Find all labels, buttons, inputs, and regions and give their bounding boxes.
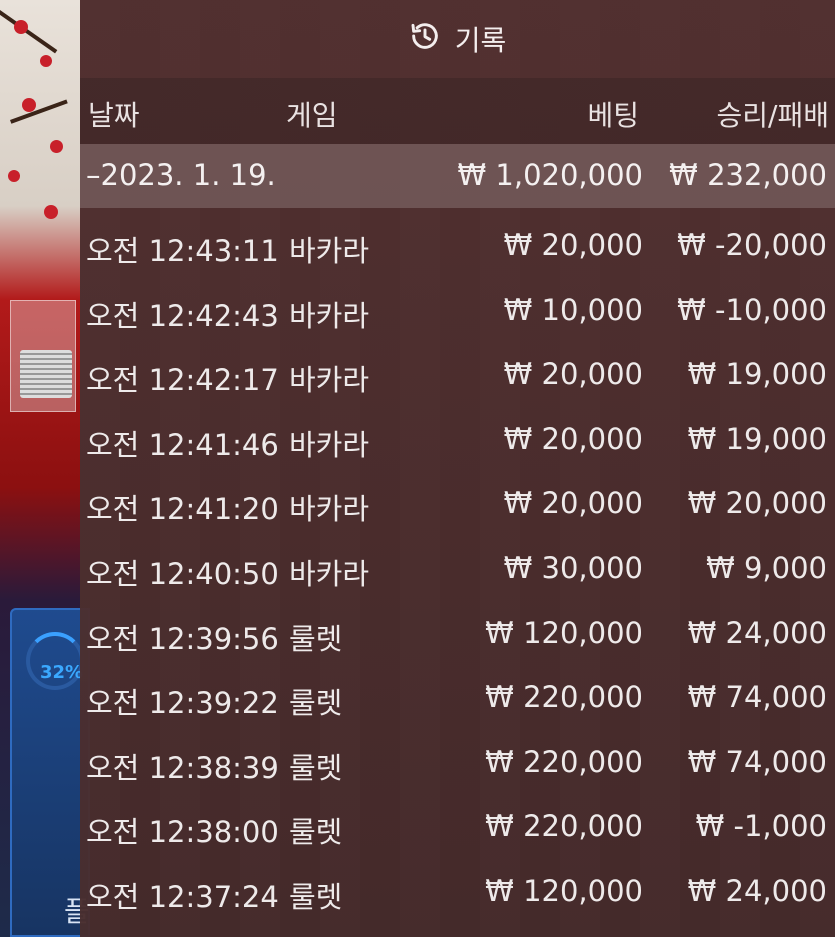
table-header: 날짜 게임 베팅 승리/패배	[80, 78, 835, 144]
row-game: 룰렛	[289, 879, 343, 914]
history-list: 오전 12:43:11 바카라 ₩ 20,000 ₩ -20,000 오전 12…	[80, 208, 835, 919]
blossom-decoration	[8, 170, 20, 182]
row-time: 오전 12:38:39	[86, 750, 279, 785]
row-winloss: ₩ 9,000	[706, 550, 827, 585]
row-bet: ₩ 20,000	[503, 357, 643, 392]
table-row[interactable]: 오전 12:41:20 바카라 ₩ 20,000 ₩ 20,000	[80, 466, 835, 531]
row-time: 오전 12:41:20	[86, 492, 279, 527]
table-row[interactable]: 오전 12:38:39 룰렛 ₩ 220,000 ₩ 74,000	[80, 725, 835, 790]
row-bet: ₩ 120,000	[485, 615, 643, 650]
row-game: 바카라	[289, 234, 370, 268]
panel-header: 기록	[80, 0, 835, 78]
row-time: 오전 12:39:56	[86, 621, 279, 656]
table-row[interactable]: 오전 12:42:17 바카라 ₩ 20,000 ₩ 19,000	[80, 337, 835, 402]
date-total-bet: ₩ 1,020,000	[457, 158, 643, 192]
row-bet: ₩ 20,000	[503, 228, 643, 262]
row-winloss: ₩ -1,000	[695, 809, 827, 844]
row-game: 룰렛	[289, 621, 343, 656]
column-header-bet: 베팅	[587, 99, 639, 132]
branch-decoration	[0, 10, 58, 54]
date-group-row[interactable]: –2023. 1. 19. ₩ 1,020,000 ₩ 232,000	[80, 144, 835, 208]
blossom-decoration	[22, 98, 36, 112]
row-winloss: ₩ 24,000	[687, 873, 827, 908]
blossom-decoration	[44, 205, 58, 219]
row-time: 오전 12:39:22	[86, 686, 279, 721]
table-row[interactable]: 오전 12:43:11 바카라 ₩ 20,000 ₩ -20,000	[80, 208, 835, 273]
row-time: 오전 12:37:24	[86, 879, 279, 914]
row-game: 바카라	[289, 427, 370, 462]
row-winloss: ₩ 74,000	[687, 744, 827, 779]
row-winloss: ₩ 24,000	[687, 615, 827, 650]
panel-title: 기록	[454, 24, 507, 57]
row-time: 오전 12:43:11	[86, 234, 279, 268]
history-icon	[409, 20, 441, 59]
table-row[interactable]: 오전 12:37:24 룰렛 ₩ 120,000 ₩ 24,000	[80, 854, 835, 919]
date-group-label: –2023. 1. 19.	[86, 158, 276, 192]
row-bet: ₩ 220,000	[485, 809, 643, 844]
row-time: 오전 12:41:46	[86, 427, 279, 462]
row-winloss: ₩ -20,000	[677, 228, 827, 262]
table-row[interactable]: 오전 12:39:22 룰렛 ₩ 220,000 ₩ 74,000	[80, 660, 835, 725]
row-time: 오전 12:42:43	[86, 298, 279, 333]
progress-text: 32%	[40, 662, 84, 683]
row-winloss: ₩ 19,000	[687, 421, 827, 456]
row-winloss: ₩ 19,000	[687, 357, 827, 392]
row-time: 오전 12:38:00	[86, 815, 279, 850]
table-row[interactable]: 오전 12:38:00 룰렛 ₩ 220,000 ₩ -1,000	[80, 789, 835, 854]
chip-stack	[20, 350, 72, 398]
history-panel: 기록 날짜 게임 베팅 승리/패배 –2023. 1. 19. ₩ 1,020,…	[80, 0, 835, 937]
row-bet: ₩ 30,000	[503, 550, 643, 585]
row-winloss: ₩ -10,000	[677, 292, 827, 327]
column-header-date: 날짜	[88, 99, 140, 132]
row-game: 룰렛	[289, 815, 343, 850]
row-bet: ₩ 220,000	[485, 744, 643, 779]
blossom-decoration	[40, 55, 52, 67]
table-row[interactable]: 오전 12:41:46 바카라 ₩ 20,000 ₩ 19,000	[80, 402, 835, 467]
column-header-game: 게임	[286, 99, 338, 132]
row-game: 바카라	[289, 363, 370, 398]
row-winloss: ₩ 20,000	[687, 486, 827, 521]
row-time: 오전 12:42:17	[86, 363, 279, 398]
table-row[interactable]: 오전 12:39:56 룰렛 ₩ 120,000 ₩ 24,000	[80, 596, 835, 661]
blossom-decoration	[50, 140, 63, 153]
row-game: 바카라	[289, 492, 370, 527]
column-header-winloss: 승리/패배	[716, 99, 829, 132]
row-time: 오전 12:40:50	[86, 556, 279, 591]
branch-decoration	[10, 99, 68, 124]
row-game: 바카라	[289, 556, 370, 591]
row-game: 룰렛	[289, 686, 343, 721]
row-bet: ₩ 220,000	[485, 680, 643, 715]
row-bet: ₩ 120,000	[485, 873, 643, 908]
table-row[interactable]: 오전 12:42:43 바카라 ₩ 10,000 ₩ -10,000	[80, 273, 835, 338]
table-row[interactable]: 오전 12:40:50 바카라 ₩ 30,000 ₩ 9,000	[80, 531, 835, 596]
row-bet: ₩ 20,000	[503, 421, 643, 456]
row-bet: ₩ 20,000	[503, 486, 643, 521]
row-game: 룰렛	[289, 750, 343, 785]
row-game: 바카라	[289, 298, 370, 333]
date-total-winloss: ₩ 232,000	[669, 158, 827, 192]
blossom-decoration	[14, 20, 28, 34]
row-bet: ₩ 10,000	[503, 292, 643, 327]
row-winloss: ₩ 74,000	[687, 680, 827, 715]
